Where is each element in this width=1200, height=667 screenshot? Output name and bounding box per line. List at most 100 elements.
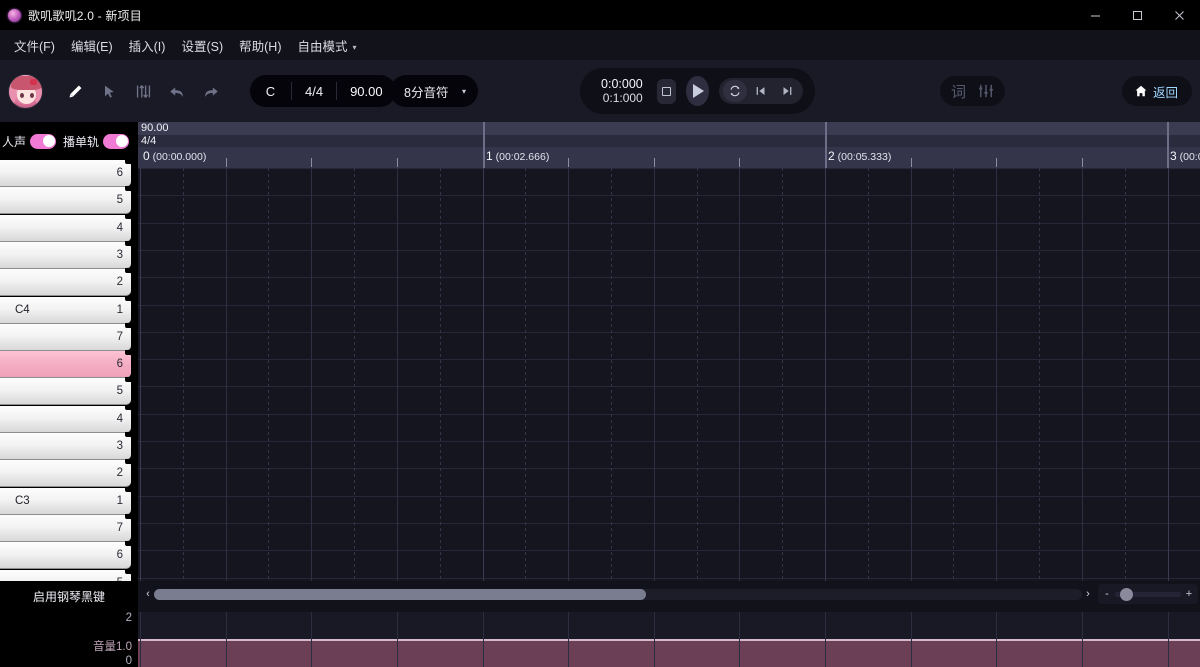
volume-grid-line <box>568 612 569 667</box>
grid-eighth-line <box>525 168 526 581</box>
volume-automation-lane[interactable] <box>138 612 1200 667</box>
window-title: 歌叽歌叽2.0 - 新项目 <box>28 7 142 24</box>
grid-beat-line <box>1082 168 1083 581</box>
piano-key[interactable]: 5 <box>0 187 131 214</box>
toggle-vocal-switch[interactable] <box>30 134 56 149</box>
piano-key[interactable]: 6 <box>0 160 131 187</box>
piano-key[interactable]: 3 <box>0 433 131 460</box>
ruler-beat-tick <box>568 158 569 167</box>
piano-key[interactable]: C41 <box>0 297 131 324</box>
key-signature-value[interactable]: C <box>250 82 292 100</box>
avatar-hair-top <box>11 76 42 90</box>
loop-icon[interactable] <box>723 80 747 102</box>
ruler-bar-time: (00:05.333) <box>835 151 892 163</box>
grid-beat-line <box>311 168 312 581</box>
menu-item-free-mode[interactable]: 自由模式▾ <box>289 32 364 59</box>
play-icon[interactable] <box>686 76 709 106</box>
piano-key[interactable]: 3 <box>0 242 131 269</box>
scrollbar-thumb[interactable] <box>154 589 646 600</box>
zoom-in-button[interactable]: + <box>1185 588 1193 600</box>
time-signature-value[interactable]: 4/4 <box>292 82 337 100</box>
close-icon[interactable] <box>1158 0 1200 30</box>
grid-bar-line <box>140 168 141 581</box>
ruler-bars-row <box>138 147 1200 168</box>
toggle-solo-track-switch[interactable] <box>103 134 129 149</box>
note-grid[interactable] <box>138 168 1200 581</box>
menu-item-settings[interactable]: 设置(S) <box>173 32 231 59</box>
ruler-bar-marker: 2 (00:05.333) <box>828 149 891 163</box>
piano-key-degree-label: 1 <box>117 304 123 316</box>
menu-item-insert[interactable]: 插入(I) <box>121 32 174 59</box>
piano-key[interactable]: C31 <box>0 488 131 515</box>
piano-key-degree-label: 7 <box>117 331 123 343</box>
piano-key-notch <box>125 569 132 574</box>
menu-bar: 文件(F) 编辑(E) 插入(I) 设置(S) 帮助(H) 自由模式▾ <box>0 30 1200 60</box>
piano-key[interactable]: 4 <box>0 215 131 242</box>
maximize-icon[interactable] <box>1116 0 1158 30</box>
mixer-sliders-icon[interactable] <box>978 84 994 98</box>
quantize-select[interactable]: 8分音符 ▾ <box>390 75 478 107</box>
volume-max-label: 2 <box>126 612 132 624</box>
horizontal-scrollbar[interactable]: ‹ › <box>138 584 1098 604</box>
piano-key[interactable]: 5 <box>0 378 131 405</box>
go-to-start-icon[interactable] <box>749 80 773 102</box>
scrollbar-track[interactable] <box>154 589 1082 600</box>
ruler-bar-marker: 3 (00:08 <box>1170 149 1200 163</box>
menu-item-edit[interactable]: 编辑(E) <box>63 32 121 59</box>
back-button[interactable]: 返回 <box>1122 76 1192 106</box>
scroll-left-icon[interactable]: ‹ <box>142 588 154 600</box>
grid-row-line <box>138 496 1200 497</box>
undo-icon[interactable] <box>164 79 190 105</box>
piano-key-notch <box>125 459 132 464</box>
total-time: 0:1:000 <box>603 92 643 104</box>
lyrics-mixer-panel: 词 <box>940 76 1005 106</box>
grid-beat-line <box>568 168 569 581</box>
piano-key[interactable]: 6 <box>0 542 131 569</box>
project-info-chip: C 4/4 90.00 <box>250 75 396 107</box>
go-to-end-icon[interactable] <box>775 80 799 102</box>
piano-key[interactable]: 4 <box>0 406 131 433</box>
piano-key-notch <box>125 514 132 519</box>
volume-lane-header: 2 音量1.0 0 <box>0 612 138 667</box>
menu-item-help[interactable]: 帮助(H) <box>231 32 289 59</box>
scroll-right-icon[interactable]: › <box>1082 588 1094 600</box>
pencil-icon[interactable] <box>62 79 88 105</box>
ruler-beat-tick <box>397 158 398 167</box>
tempo-value[interactable]: 90.00 <box>337 82 396 100</box>
app-window: 歌叽歌叽2.0 - 新项目 文件(F) 编辑(E) 插入(I) 设置(S) 帮助… <box>0 0 1200 667</box>
toggle-solo-track[interactable]: 播单轨 <box>63 133 129 150</box>
piano-key[interactable]: 2 <box>0 269 131 296</box>
menu-item-file[interactable]: 文件(F) <box>6 32 63 59</box>
grid-eighth-line <box>183 168 184 581</box>
piano-key[interactable]: 6 <box>0 351 131 378</box>
ruler-bar-marker: 0 (00:00.000) <box>143 149 206 163</box>
cursor-arrow-icon[interactable] <box>96 79 122 105</box>
lyrics-button[interactable]: 词 <box>951 81 966 102</box>
piano-key-degree-label: 6 <box>117 549 123 561</box>
free-mode-label: 自由模式 <box>297 40 347 54</box>
grid-row-line <box>138 277 1200 278</box>
minimize-icon[interactable] <box>1074 0 1116 30</box>
piano-key-degree-label: 6 <box>117 167 123 179</box>
timeline-ruler[interactable]: 90.00 4/4 0 (00:00.000)1 (00:02.666)2 (0… <box>138 122 1200 168</box>
user-avatar[interactable] <box>8 74 43 109</box>
pitch-adjust-icon[interactable] <box>130 79 156 105</box>
piano-key-degree-label: 2 <box>117 276 123 288</box>
zoom-slider-knob[interactable] <box>1120 588 1133 601</box>
piano-key[interactable]: 7 <box>0 515 131 542</box>
enable-black-keys-button[interactable]: 启用钢琴黑键 <box>0 581 138 612</box>
zoom-control[interactable]: - + <box>1098 584 1198 604</box>
grid-eighth-line <box>1125 168 1126 581</box>
ruler-beat-tick <box>226 158 227 167</box>
piano-key[interactable]: 2 <box>0 460 131 487</box>
piano-key[interactable]: 7 <box>0 324 131 351</box>
toggle-vocal-label: 人声 <box>2 133 26 150</box>
stop-icon[interactable] <box>657 79 676 104</box>
zoom-slider-track[interactable] <box>1115 592 1181 597</box>
toggle-vocal[interactable]: 人声 <box>2 133 56 150</box>
zoom-out-button[interactable]: - <box>1103 588 1111 600</box>
redo-icon[interactable] <box>198 79 224 105</box>
ruler-beat-tick <box>996 158 997 167</box>
grid-row-line <box>138 441 1200 442</box>
piano-key[interactable]: 5 <box>0 570 131 582</box>
